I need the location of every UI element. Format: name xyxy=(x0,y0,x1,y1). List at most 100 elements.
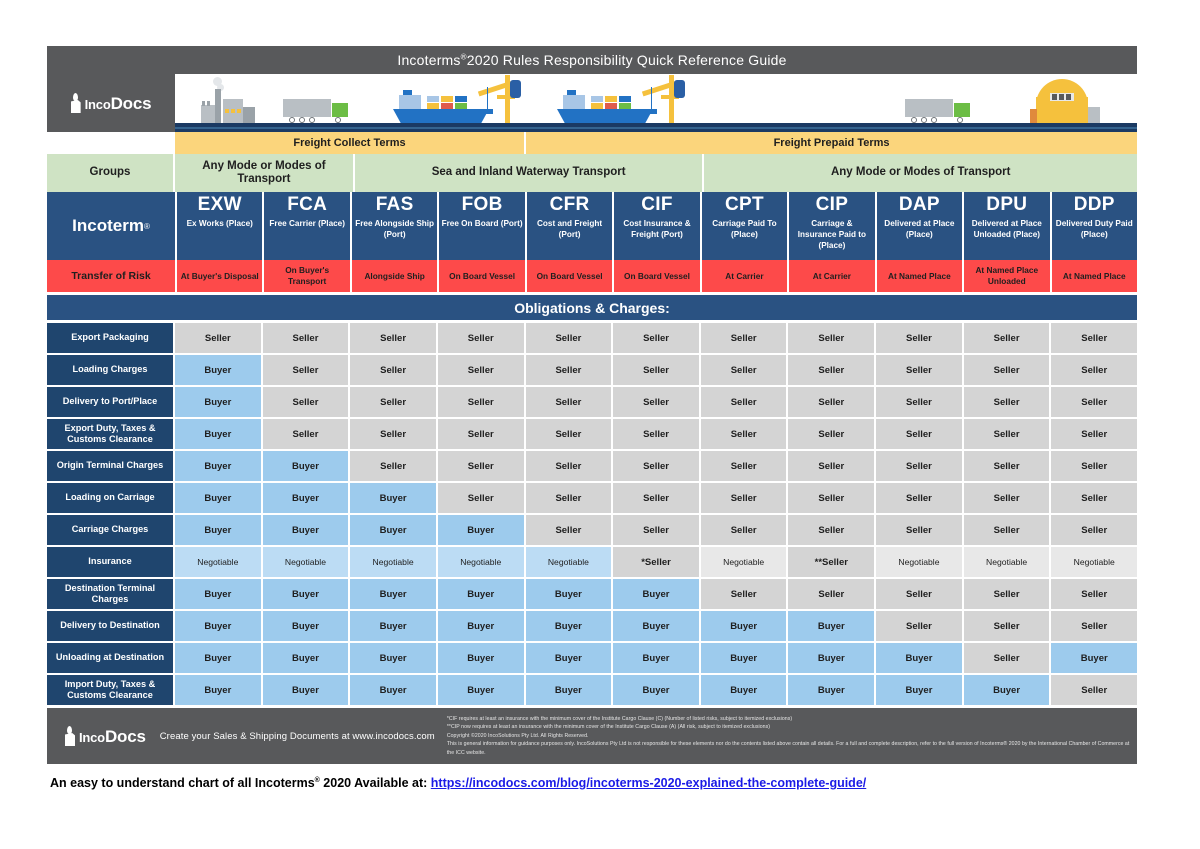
cell-dap: Seller xyxy=(876,419,964,449)
row-label: Export Packaging xyxy=(47,323,175,353)
warehouse-icon xyxy=(1030,79,1102,123)
cell-fas: Negotiable xyxy=(350,547,438,577)
transfer-of-risk-row: Transfer of Risk At Buyer's Disposal On … xyxy=(47,260,1137,292)
cell-fas: Seller xyxy=(350,419,438,449)
cell-cfr: Buyer xyxy=(525,579,614,609)
cell-fas: Buyer xyxy=(350,643,438,673)
term-column-dpu: DPU Delivered at Place Unloaded (Place) xyxy=(964,192,1052,260)
cell-dap: Seller xyxy=(876,323,964,353)
cell-cfr: Buyer xyxy=(525,643,614,673)
cell-ddp: Buyer xyxy=(1051,643,1138,673)
cell-ddp: Seller xyxy=(1051,451,1138,481)
cell-fca: Seller xyxy=(262,387,351,417)
cell-fca: Buyer xyxy=(262,579,351,609)
incodocs-logo-icon-footer xyxy=(65,726,76,746)
term-name: Cost and Freight (Port) xyxy=(537,218,603,239)
cell-cfr: Seller xyxy=(525,419,614,449)
cell-cpt: Seller xyxy=(700,451,789,481)
cell-dap: Seller xyxy=(876,355,964,385)
incoterms-chart: Incoterms®2020 Rules Responsibility Quic… xyxy=(47,46,1138,764)
term-column-cip: CIP Carriage & Insurance Paid to (Place) xyxy=(789,192,877,260)
table-row: Import Duty, Taxes & Customs Clearance Bu… xyxy=(47,675,1138,705)
risk-value: At Named Place xyxy=(876,260,965,292)
cell-fob: Seller xyxy=(437,355,526,385)
risk-value: At Named Place xyxy=(1051,260,1137,292)
cell-cif: Seller xyxy=(613,419,701,449)
cell-fob: Seller xyxy=(437,483,526,513)
risk-value: On Board Vessel xyxy=(614,260,702,292)
row-label: Loading on Carriage xyxy=(47,483,175,513)
supply-chain-illustration xyxy=(175,74,1137,132)
cell-dpu: Seller xyxy=(963,579,1052,609)
cell-fob: Seller xyxy=(437,451,526,481)
row-label: Export Duty, Taxes & Customs Clearance xyxy=(47,419,175,449)
cell-dap: Seller xyxy=(876,579,964,609)
term-code: FOB xyxy=(461,194,503,215)
incodocs-logo-footer: IncoDocs xyxy=(65,726,146,746)
cell-fas: Buyer xyxy=(350,611,438,641)
group-band-any-mode-1: Any Mode or Modes of Transport xyxy=(175,154,355,192)
cell-cif: Buyer xyxy=(613,643,701,673)
incodocs-logo-text: IncoDocs xyxy=(84,93,152,113)
cell-fca: Seller xyxy=(262,323,351,353)
cell-cip: Seller xyxy=(788,387,877,417)
row-label: Import Duty, Taxes & Customs Clearance xyxy=(47,675,175,705)
term-column-exw: EXW Ex Works (Place) xyxy=(177,192,265,260)
cell-cip: Seller xyxy=(788,483,877,513)
freight-terms-row: Freight Collect Terms Freight Prepaid Te… xyxy=(47,132,1137,154)
truck-icon-origin xyxy=(283,97,357,123)
cell-cfr: Seller xyxy=(525,355,614,385)
cell-fas: Seller xyxy=(350,355,438,385)
cell-fas: Buyer xyxy=(350,483,438,513)
cell-cfr: Seller xyxy=(525,451,614,481)
chart-footer: IncoDocs Create your Sales & Shipping Do… xyxy=(47,708,1137,764)
table-row: Origin Terminal Charges Buyer Buyer Seller S… xyxy=(47,451,1138,481)
row-label: Unloading at Destination xyxy=(47,643,175,673)
footer-brand-area: IncoDocs Create your Sales & Shipping Do… xyxy=(47,726,435,746)
term-column-fca: FCA Free Carrier (Place) xyxy=(264,192,352,260)
cell-cip: Buyer xyxy=(788,643,877,673)
cell-ddp: Seller xyxy=(1051,515,1138,545)
chart-title-bar: Incoterms®2020 Rules Responsibility Quic… xyxy=(47,46,1137,74)
cell-fob: Buyer xyxy=(437,611,526,641)
cell-fca: Negotiable xyxy=(262,547,351,577)
cell-fca: Seller xyxy=(262,355,351,385)
cell-fob: Buyer xyxy=(437,643,526,673)
cell-exw: Buyer xyxy=(175,515,263,545)
cell-dpu: Seller xyxy=(963,387,1052,417)
cell-ddp: Seller xyxy=(1051,579,1138,609)
cell-cip: Seller xyxy=(788,515,877,545)
table-row: Carriage Charges Buyer Buyer Buyer Buyer Sell… xyxy=(47,515,1138,545)
cell-dpu: Seller xyxy=(963,355,1052,385)
caption: An easy to understand chart of all Incot… xyxy=(50,776,867,790)
incodocs-blog-link[interactable]: https://incodocs.com/blog/incoterms-2020… xyxy=(431,776,866,790)
cell-cpt: Seller xyxy=(700,483,789,513)
row-label: Delivery to Port/Place xyxy=(47,387,175,417)
chart-title: Incoterms®2020 Rules Responsibility Quic… xyxy=(397,52,787,68)
obligations-banner: Obligations & Charges: xyxy=(47,295,1137,320)
transfer-of-risk-label: Transfer of Risk xyxy=(47,260,177,292)
term-name: Delivered at Place (Place) xyxy=(884,218,955,239)
cell-exw: Buyer xyxy=(175,675,263,705)
banner: IncoDocs xyxy=(47,74,1137,132)
risk-value: At Carrier xyxy=(789,260,877,292)
cell-cip: Seller xyxy=(788,323,877,353)
cell-exw: Seller xyxy=(175,323,263,353)
cell-cif: Seller xyxy=(613,355,701,385)
term-name: Ex Works (Place) xyxy=(186,218,253,228)
cell-exw: Buyer xyxy=(175,643,263,673)
risk-value: At Named Place Unloaded xyxy=(964,260,1052,292)
cell-cip: **Seller xyxy=(788,547,877,577)
cell-cfr: Seller xyxy=(525,323,614,353)
table-row: Insurance Negotiable Negotiable Negotiable N… xyxy=(47,547,1138,577)
term-code: DDP xyxy=(1073,194,1115,215)
row-label: Insurance xyxy=(47,547,175,577)
term-code: CIF xyxy=(641,194,673,215)
cell-fas: Buyer xyxy=(350,579,438,609)
term-code: CPT xyxy=(724,194,764,215)
term-code: EXW xyxy=(197,194,242,215)
term-name: Carriage Paid To (Place) xyxy=(712,218,777,239)
cell-fas: Seller xyxy=(350,387,438,417)
cell-fca: Buyer xyxy=(262,483,351,513)
groups-row: Groups Any Mode or Modes of Transport Se… xyxy=(47,154,1137,192)
